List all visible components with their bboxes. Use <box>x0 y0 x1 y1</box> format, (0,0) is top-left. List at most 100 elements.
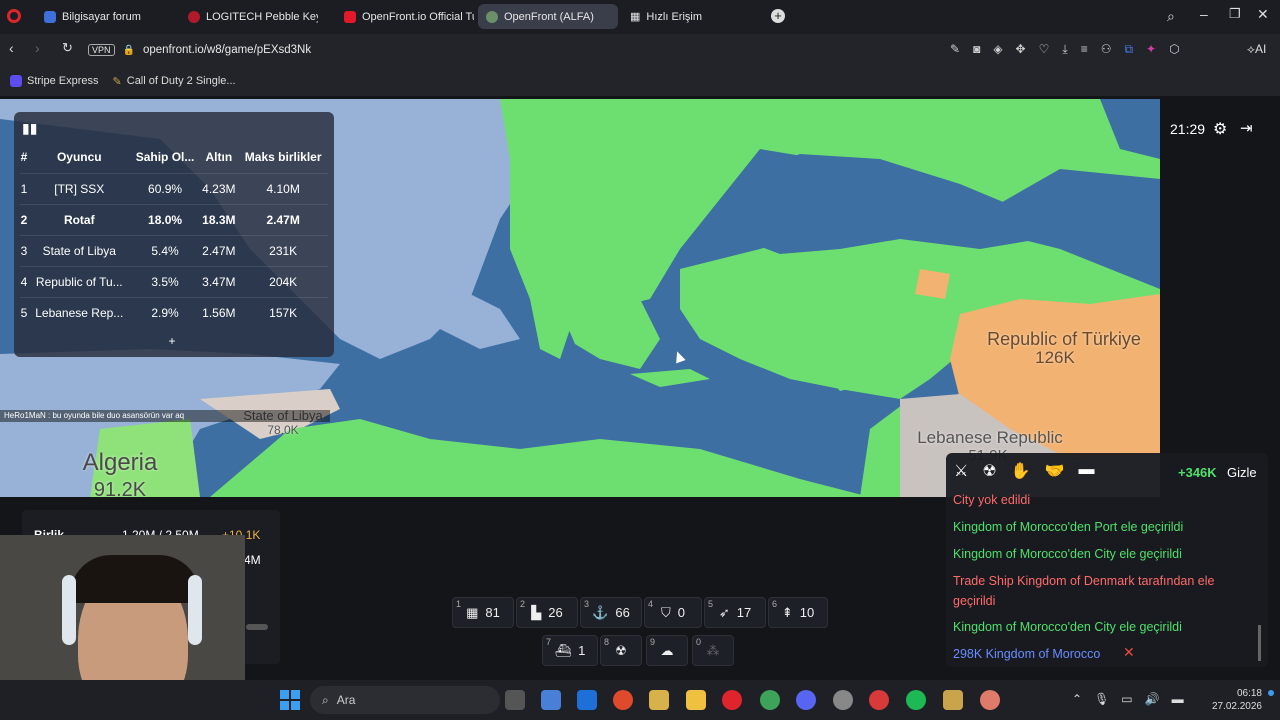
task-view-icon[interactable] <box>505 690 525 710</box>
build-port-button[interactable]: 3 ⚓ 66 <box>580 597 642 628</box>
windows-start-icon[interactable] <box>280 690 300 710</box>
shield-icon[interactable]: ◈ <box>993 42 1002 57</box>
event-log-line: Kingdom of Morocco'den City ele geçirild… <box>953 620 1182 634</box>
bookmark-cod2[interactable]: ✎ Call of Duty 2 Single... <box>113 75 236 88</box>
donate-icon[interactable]: ✋ <box>1011 461 1031 481</box>
warship-icon: ⛴ <box>554 642 572 658</box>
chat-message: HeRo1MaN : bu oyunda bile duo asansörün … <box>0 410 330 422</box>
build-city-button[interactable]: 1 ▦ 81 <box>452 597 514 628</box>
tab-logitech[interactable]: LOGITECH Pebble Keys 2 K <box>180 4 318 29</box>
store-icon[interactable] <box>541 690 561 710</box>
city-icon: ▦ <box>466 604 479 620</box>
app-icon[interactable] <box>649 690 669 710</box>
stripe-icon <box>10 75 22 87</box>
new-tab-button[interactable]: + <box>771 9 785 23</box>
build-warship-button[interactable]: 7 ⛴ 1 <box>542 635 598 666</box>
search-icon[interactable]: ⌕ <box>1167 8 1175 25</box>
volume-icon[interactable]: 🔊 <box>1145 692 1160 706</box>
bar-chart-icon[interactable]: ▮▮ <box>22 120 37 137</box>
port-icon: ⚓ <box>592 604 609 620</box>
defense-icon: ⛉ <box>661 604 671 620</box>
leaderboard-row[interactable]: 5 Lebanese Rep... 2.9% 1.56M 157K <box>20 296 328 328</box>
exit-game-icon[interactable]: ⇥ <box>1240 119 1253 137</box>
spotify-icon[interactable] <box>906 690 926 710</box>
network-icon[interactable]: ▭ <box>1121 692 1132 706</box>
forward-button[interactable]: › <box>35 40 40 56</box>
leaderboard-row[interactable]: 3 State of Libya 5.4% 2.47M 231K <box>20 234 328 266</box>
extension-icon[interactable]: ✥ <box>1016 42 1026 57</box>
close-button[interactable]: ✕ <box>1257 6 1269 23</box>
troops-label-turkey: 126K <box>1035 348 1075 367</box>
chrome-icon[interactable] <box>760 690 780 710</box>
vpn-badge[interactable]: VPN <box>88 44 115 56</box>
chat-icon[interactable]: ▬ <box>1079 461 1095 481</box>
missile-silo-icon: ➶ <box>718 604 730 620</box>
nuke-icon[interactable]: ☢ <box>982 461 996 481</box>
ai-icon: ⟡ <box>1247 42 1255 56</box>
leaderboard-row-current-player[interactable]: 2 Rotaf 18.0% 18.3M 2.47M <box>20 203 328 235</box>
translate-icon[interactable]: ⧉ <box>1124 42 1133 57</box>
download-icon[interactable]: ⤓ <box>1062 42 1067 57</box>
leaderboard-row[interactable]: 1 [TR] SSX 60.9% 4.23M 4.10M <box>20 172 328 204</box>
clock-time: 06:18 <box>1236 688 1262 699</box>
camera-icon[interactable]: ◙ <box>973 42 980 57</box>
build-sam-launcher-button[interactable]: 6 ⇞ 10 <box>768 597 828 628</box>
bookmark-stripe[interactable]: Stripe Express <box>10 75 99 87</box>
heart-icon[interactable]: ♡ <box>1039 42 1050 57</box>
build-factory-button[interactable]: 2 ▙ 26 <box>516 597 578 628</box>
build-mirv-button[interactable]: 0 ⁂ <box>692 635 734 666</box>
outlook-icon[interactable] <box>577 690 597 710</box>
cancel-attack-icon[interactable]: ✕ <box>1123 644 1135 661</box>
notification-icon[interactable] <box>1268 690 1274 696</box>
microphone-icon[interactable]: 🎙 <box>1094 692 1109 706</box>
ai-button[interactable]: ⟡AI <box>1247 42 1266 57</box>
build-atom-bomb-button[interactable]: 8 ☢ <box>600 635 642 666</box>
attack-ratio-slider[interactable] <box>246 624 268 630</box>
tab-hizli-erisim[interactable]: ▦ Hızlı Erişim <box>622 4 732 29</box>
build-defense-button[interactable]: 4 ⛉ 0 <box>644 597 702 628</box>
event-log-line: Trade Ship Kingdom of Denmark tarafından… <box>953 574 1215 608</box>
file-explorer-icon[interactable] <box>686 690 706 710</box>
leaderboard-header: # Oyuncu Sahip Ol... Altın Maks birlikle… <box>20 150 322 165</box>
extension-icon[interactable]: ✦ <box>1146 42 1156 57</box>
alliance-handshake-icon[interactable]: 🤝 <box>1045 461 1065 481</box>
edit-icon[interactable]: ✎ <box>950 42 960 57</box>
tab-openfront-alfa[interactable]: OpenFront (ALFA) <box>478 4 618 29</box>
taskbar-clock[interactable]: 06:18 27.02.2026 <box>1210 687 1262 713</box>
event-log-line: 298K Kingdom of Morocco <box>953 647 1101 661</box>
back-button[interactable]: ‹ <box>9 40 14 56</box>
event-log-panel: ⚔ ☢ ✋ 🤝 ▬ +346K Gizle City yok edildi Ki… <box>946 453 1268 667</box>
menu-icon[interactable]: ≡ <box>1081 42 1088 57</box>
minimize-button[interactable]: – <box>1200 6 1208 22</box>
grid-icon: ▦ <box>630 11 641 23</box>
settings-icon[interactable] <box>833 690 853 710</box>
media-player-icon[interactable] <box>613 690 633 710</box>
opera-logo-icon[interactable] <box>7 9 21 23</box>
tab-bilgisayar-forum[interactable]: Bilgisayar forum <box>36 4 172 29</box>
settings-gear-icon[interactable]: ⚙ <box>1213 119 1227 139</box>
troops-label-libya: 78.0K <box>267 423 299 437</box>
sword-icon[interactable]: ⚔ <box>954 461 968 481</box>
cube-icon[interactable]: ⬡ <box>1169 42 1179 57</box>
bookmarks-bar: Stripe Express ✎ Call of Duty 2 Single..… <box>0 66 1280 96</box>
app-icon[interactable] <box>943 690 963 710</box>
event-log-line: City yok edildi <box>953 493 1031 507</box>
tab-openfront-tutorial[interactable]: OpenFront.io Official Tuto <box>336 4 474 29</box>
profile-icon[interactable]: ⚇ <box>1101 42 1112 57</box>
log-scrollbar[interactable] <box>1258 625 1261 661</box>
build-missile-silo-button[interactable]: 5 ➶ 17 <box>704 597 766 628</box>
leaderboard-expand-button[interactable]: + <box>164 334 180 350</box>
taskbar-search[interactable]: ⌕ Ara <box>310 686 500 714</box>
country-label-algeria: Algeria <box>82 449 158 476</box>
chevron-up-icon[interactable]: ⌃ <box>1072 692 1082 706</box>
discord-icon[interactable] <box>796 690 816 710</box>
leaderboard-row[interactable]: 4 Republic of Tu... 3.5% 3.47M 204K <box>20 265 328 297</box>
battery-icon[interactable]: ▬ <box>1172 692 1184 706</box>
reload-button[interactable]: ↻ <box>62 40 73 56</box>
app-icon[interactable] <box>869 690 889 710</box>
hide-log-button[interactable]: Gizle <box>1227 465 1257 480</box>
app-icon[interactable] <box>980 690 1000 710</box>
build-hydrogen-bomb-button[interactable]: 9 ☁ <box>646 635 688 666</box>
maximize-button[interactable]: ❐ <box>1229 6 1241 22</box>
opera-icon[interactable] <box>722 690 742 710</box>
